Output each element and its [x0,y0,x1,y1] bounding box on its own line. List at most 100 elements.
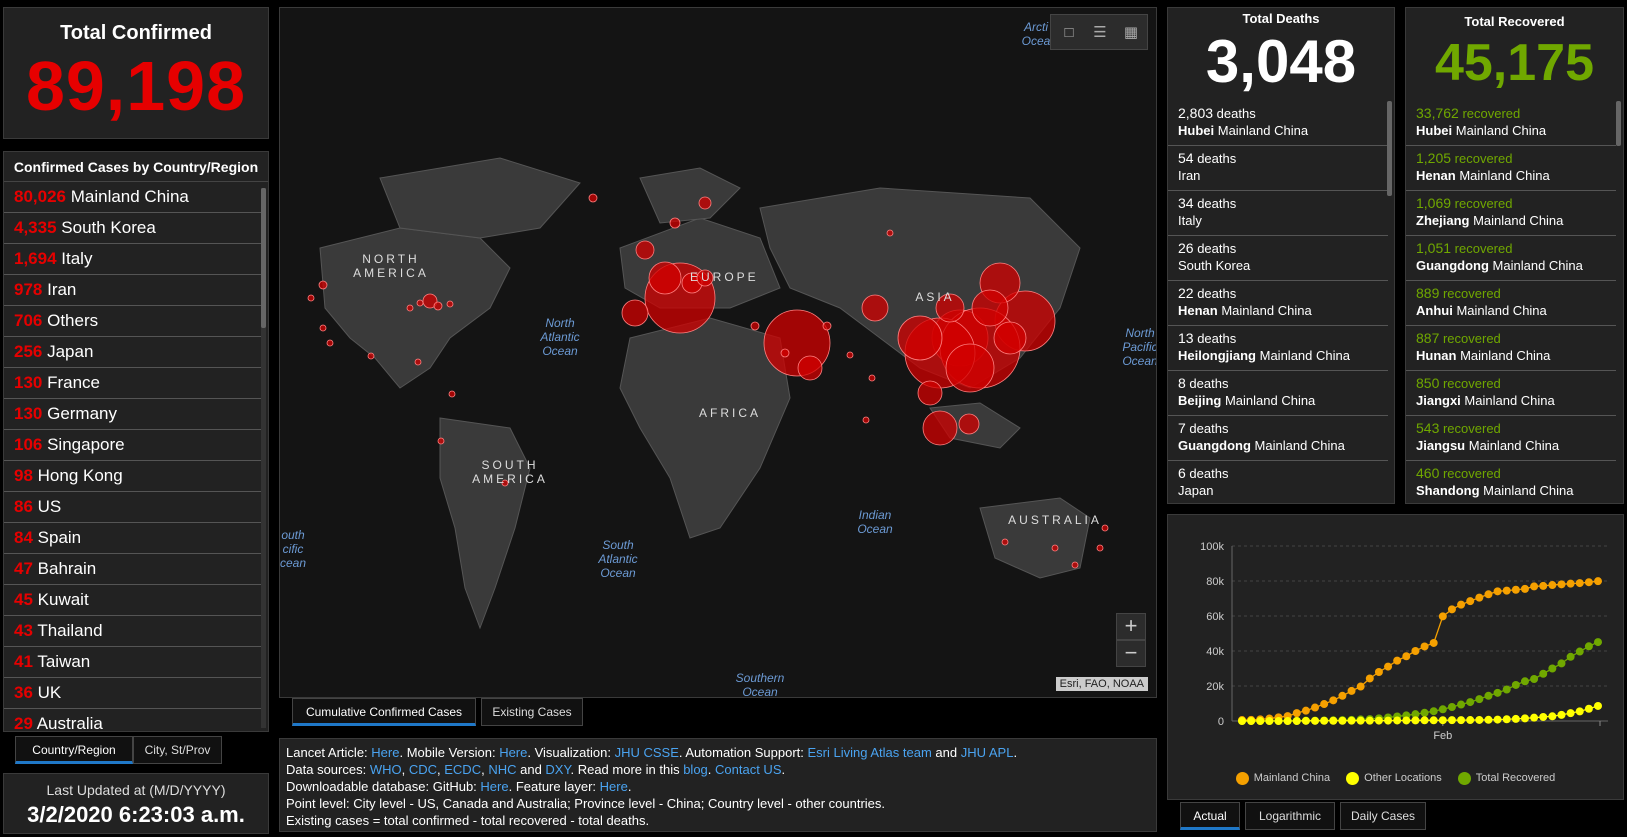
country-row[interactable]: 45 Kuwait [4,585,262,616]
deaths-row[interactable]: 2,803 deaths Hubei Mainland China [1168,101,1388,146]
case-bubble[interactable] [319,324,327,332]
country-row[interactable]: 43 Thailand [4,616,262,647]
case-bubble[interactable] [1051,544,1059,552]
deaths-row[interactable]: 26 deaths South Korea [1168,236,1388,281]
country-row[interactable]: 80,026 Mainland China [4,182,262,213]
case-bubble[interactable] [897,315,943,361]
case-bubble[interactable] [861,294,889,322]
case-bubble[interactable] [862,416,870,424]
info-link[interactable]: Esri Living Atlas team [808,745,932,760]
country-row[interactable]: 256 Japan [4,337,262,368]
deaths-row[interactable]: 7 deaths Guangdong Mainland China [1168,416,1388,461]
case-bubble[interactable] [958,413,980,435]
country-row[interactable]: 41 Taiwan [4,647,262,678]
tab-actual[interactable]: Actual [1180,802,1240,830]
country-row[interactable]: 47 Bahrain [4,554,262,585]
info-link[interactable]: Here [371,745,399,760]
country-row[interactable]: 706 Others [4,306,262,337]
recovered-row[interactable]: 887 recovered Hunan Mainland China [1406,326,1616,371]
case-bubble[interactable] [414,358,422,366]
case-bubble[interactable] [648,261,682,295]
case-bubble[interactable] [971,289,1009,327]
case-bubble[interactable] [797,355,823,381]
tab-logarithmic[interactable]: Logarithmic [1245,802,1335,830]
zoom-out-button[interactable]: − [1116,640,1146,667]
info-link[interactable]: Here [600,779,628,794]
info-link[interactable]: CDC [409,762,437,777]
info-link[interactable]: Here [499,745,527,760]
bookmark-icon[interactable]: □ [1059,23,1079,43]
tab-country-region[interactable]: Country/Region [15,736,133,764]
deaths-row[interactable]: 8 deaths Beijing Mainland China [1168,371,1388,416]
country-row[interactable]: 978 Iran [4,275,262,306]
world-map[interactable]: NORTH AMERICA EUROPE ASIA AFRICA SOUTH A… [279,7,1157,698]
deaths-row[interactable]: 6 deaths Japan [1168,461,1388,503]
recovered-row[interactable]: 33,762 recovered Hubei Mainland China [1406,101,1616,146]
case-bubble[interactable] [433,301,443,311]
case-bubble[interactable] [446,300,454,308]
country-row[interactable]: 106 Singapore [4,430,262,461]
case-bubble[interactable] [993,321,1027,355]
legend-item[interactable]: Other Locations [1346,772,1442,785]
info-link[interactable]: Contact US [715,762,781,777]
case-bubble[interactable] [698,196,712,210]
recovered-scroll-thumb[interactable] [1616,101,1621,146]
recovered-row[interactable]: 850 recovered Jiangxi Mainland China [1406,371,1616,416]
recovered-row[interactable]: 1,069 recovered Zhejiang Mainland China [1406,191,1616,236]
case-bubble[interactable] [448,390,456,398]
tab-existing-cases[interactable]: Existing Cases [481,698,583,726]
case-bubble[interactable] [846,351,854,359]
case-bubble[interactable] [922,410,958,446]
case-bubble[interactable] [416,299,424,307]
country-row[interactable]: 130 France [4,368,262,399]
legend-list-icon[interactable]: ☰ [1090,23,1110,43]
info-link[interactable]: ECDC [444,762,481,777]
country-row[interactable]: 86 US [4,492,262,523]
case-bubble[interactable] [917,380,943,406]
deaths-row[interactable]: 34 deaths Italy [1168,191,1388,236]
deaths-row[interactable]: 13 deaths Heilongjiang Mainland China [1168,326,1388,371]
recovered-row[interactable]: 889 recovered Anhui Mainland China [1406,281,1616,326]
deaths-row[interactable]: 54 deaths Iran [1168,146,1388,191]
case-bubble[interactable] [1001,538,1009,546]
case-bubble[interactable] [868,374,876,382]
country-row[interactable]: 1,694 Italy [4,244,262,275]
country-row[interactable]: 98 Hong Kong [4,461,262,492]
recovered-row[interactable]: 1,205 recovered Henan Mainland China [1406,146,1616,191]
deaths-scroll-thumb[interactable] [1387,101,1392,196]
tab-cumulative-confirmed[interactable]: Cumulative Confirmed Cases [292,698,476,726]
case-bubble[interactable] [886,229,894,237]
info-link[interactable]: JHU CSSE [615,745,679,760]
recovered-row[interactable]: 460 recovered Shandong Mainland China [1406,461,1616,503]
basemap-gallery-icon[interactable]: ▦ [1121,23,1141,43]
case-bubble[interactable] [1071,561,1079,569]
recovered-row[interactable]: 1,051 recovered Guangdong Mainland China [1406,236,1616,281]
case-bubble[interactable] [318,280,328,290]
country-list-scroll-thumb[interactable] [261,188,266,328]
case-bubble[interactable] [621,299,649,327]
case-bubble[interactable] [945,343,995,393]
info-link[interactable]: DXY [545,762,570,777]
case-bubble[interactable] [367,352,375,360]
info-link[interactable]: JHU APL [961,745,1014,760]
zoom-in-button[interactable]: + [1116,613,1146,640]
country-row[interactable]: 4,335 South Korea [4,213,262,244]
info-link[interactable]: Here [480,779,508,794]
case-bubble[interactable] [406,304,414,312]
case-bubble[interactable] [437,437,445,445]
country-row[interactable]: 84 Spain [4,523,262,554]
case-bubble[interactable] [307,294,315,302]
legend-item[interactable]: Mainland China [1235,772,1330,785]
info-link[interactable]: blog [683,762,708,777]
case-bubble[interactable] [822,321,832,331]
country-row[interactable]: 36 UK [4,678,262,709]
country-row[interactable]: 130 Germany [4,399,262,430]
country-row[interactable]: 29 Australia [4,709,262,731]
case-bubble[interactable] [750,321,760,331]
map-canvas[interactable] [280,8,1157,698]
deaths-row[interactable]: 22 deaths Henan Mainland China [1168,281,1388,326]
case-bubble[interactable] [669,217,681,229]
info-link[interactable]: WHO [370,762,402,777]
tab-daily-cases[interactable]: Daily Cases [1340,802,1426,830]
info-link[interactable]: NHC [488,762,516,777]
